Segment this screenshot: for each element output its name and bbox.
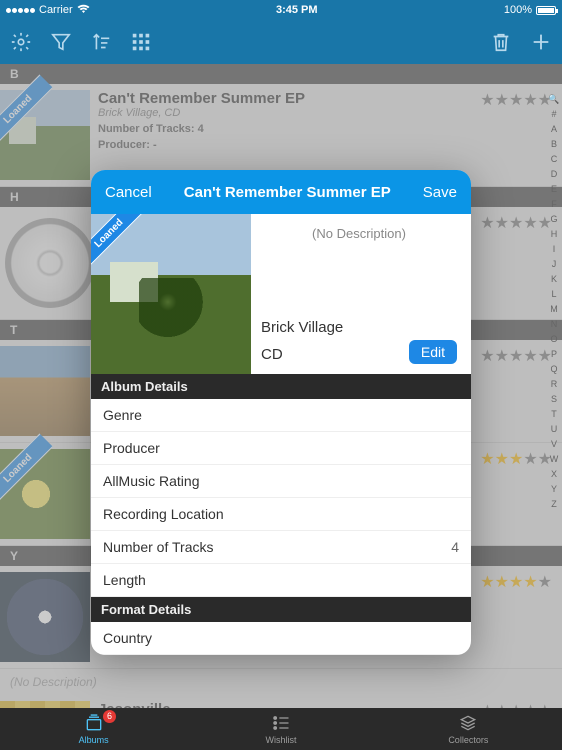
- detail-row[interactable]: Country: [91, 622, 471, 655]
- index-letter[interactable]: B: [551, 137, 557, 152]
- battery-percent: 100%: [504, 4, 532, 16]
- detail-row[interactable]: AllMusic Rating: [91, 465, 471, 498]
- collectors-icon: [458, 714, 478, 734]
- carrier-label: Carrier: [39, 4, 73, 16]
- format-label: CD: [261, 346, 409, 363]
- index-letter[interactable]: P: [551, 347, 557, 362]
- index-letter[interactable]: V: [551, 437, 557, 452]
- index-letter[interactable]: J: [552, 257, 557, 272]
- detail-label: AllMusic Rating: [103, 473, 199, 489]
- detail-label: Genre: [103, 407, 142, 423]
- tab-bar: Albums 6 Wishlist Collectors: [0, 708, 562, 750]
- album-detail-modal: Cancel Can't Remember Summer EP Save Loa…: [91, 170, 471, 655]
- tab-wishlist[interactable]: Wishlist: [187, 708, 374, 750]
- format-details-header: Format Details: [91, 597, 471, 622]
- funnel-icon[interactable]: [50, 31, 72, 53]
- modal-title: Can't Remember Summer EP: [152, 184, 423, 201]
- tab-albums[interactable]: Albums 6: [0, 708, 187, 750]
- loaned-ribbon: Loaned: [91, 214, 144, 269]
- detail-row[interactable]: Genre: [91, 399, 471, 432]
- description: (No Description): [261, 226, 457, 241]
- battery-icon: [536, 6, 556, 15]
- index-letter[interactable]: K: [551, 272, 557, 287]
- cancel-button[interactable]: Cancel: [105, 184, 152, 201]
- index-letter[interactable]: U: [551, 422, 558, 437]
- index-letter[interactable]: Q: [550, 362, 557, 377]
- index-letter[interactable]: R: [551, 377, 558, 392]
- toolbar: [0, 20, 562, 64]
- detail-row[interactable]: Producer: [91, 432, 471, 465]
- index-letter[interactable]: Z: [551, 497, 557, 512]
- detail-row[interactable]: Length: [91, 564, 471, 597]
- sort-icon[interactable]: [90, 31, 112, 53]
- index-letter[interactable]: C: [551, 152, 558, 167]
- index-letter[interactable]: #: [551, 107, 556, 122]
- wishlist-icon: [271, 714, 291, 734]
- album-details-header: Album Details: [91, 374, 471, 399]
- index-strip[interactable]: 🔍#ABCDEFGHIJKLMNOPQRSTUVWXYZ: [547, 92, 561, 698]
- detail-label: Number of Tracks: [103, 539, 213, 555]
- index-letter[interactable]: S: [551, 392, 557, 407]
- index-letter[interactable]: H: [551, 227, 558, 242]
- modal-summary: Loaned (No Description) Brick Village CD…: [91, 214, 471, 374]
- save-button[interactable]: Save: [423, 184, 457, 201]
- index-letter[interactable]: I: [553, 242, 556, 257]
- index-letter[interactable]: T: [551, 407, 557, 422]
- detail-label: Recording Location: [103, 506, 224, 522]
- index-letter[interactable]: E: [551, 182, 557, 197]
- detail-label: Producer: [103, 440, 160, 456]
- index-letter[interactable]: N: [551, 317, 558, 332]
- index-letter[interactable]: O: [550, 332, 557, 347]
- signal-icon: [6, 8, 35, 13]
- index-letter[interactable]: 🔍: [548, 92, 559, 107]
- detail-label: Length: [103, 572, 146, 588]
- index-letter[interactable]: F: [551, 197, 557, 212]
- index-letter[interactable]: A: [551, 122, 557, 137]
- index-letter[interactable]: L: [551, 287, 556, 302]
- trash-icon[interactable]: [490, 31, 512, 53]
- modal-header: Cancel Can't Remember Summer EP Save: [91, 170, 471, 214]
- wifi-icon: [77, 4, 90, 17]
- albums-icon: [84, 714, 104, 734]
- detail-value: 4: [451, 539, 459, 555]
- grid-icon[interactable]: [130, 31, 152, 53]
- detail-row[interactable]: Number of Tracks 4: [91, 531, 471, 564]
- clock: 3:45 PM: [90, 4, 504, 16]
- tab-label: Wishlist: [265, 735, 296, 745]
- tab-label: Collectors: [448, 735, 488, 745]
- gear-icon[interactable]: [10, 31, 32, 53]
- edit-button[interactable]: Edit: [409, 340, 457, 364]
- album-art[interactable]: Loaned: [91, 214, 251, 374]
- index-letter[interactable]: X: [551, 467, 557, 482]
- tab-collectors[interactable]: Collectors: [375, 708, 562, 750]
- index-letter[interactable]: D: [551, 167, 558, 182]
- index-letter[interactable]: Y: [551, 482, 557, 497]
- index-letter[interactable]: G: [550, 212, 557, 227]
- tab-badge: 6: [103, 710, 116, 723]
- detail-label: Country: [103, 630, 152, 646]
- status-bar: Carrier 3:45 PM 100%: [0, 0, 562, 20]
- plus-icon[interactable]: [530, 31, 552, 53]
- tab-label: Albums: [79, 735, 109, 745]
- detail-row[interactable]: Recording Location: [91, 498, 471, 531]
- index-letter[interactable]: W: [550, 452, 559, 467]
- artist-name: Brick Village: [261, 319, 457, 336]
- index-letter[interactable]: M: [550, 302, 558, 317]
